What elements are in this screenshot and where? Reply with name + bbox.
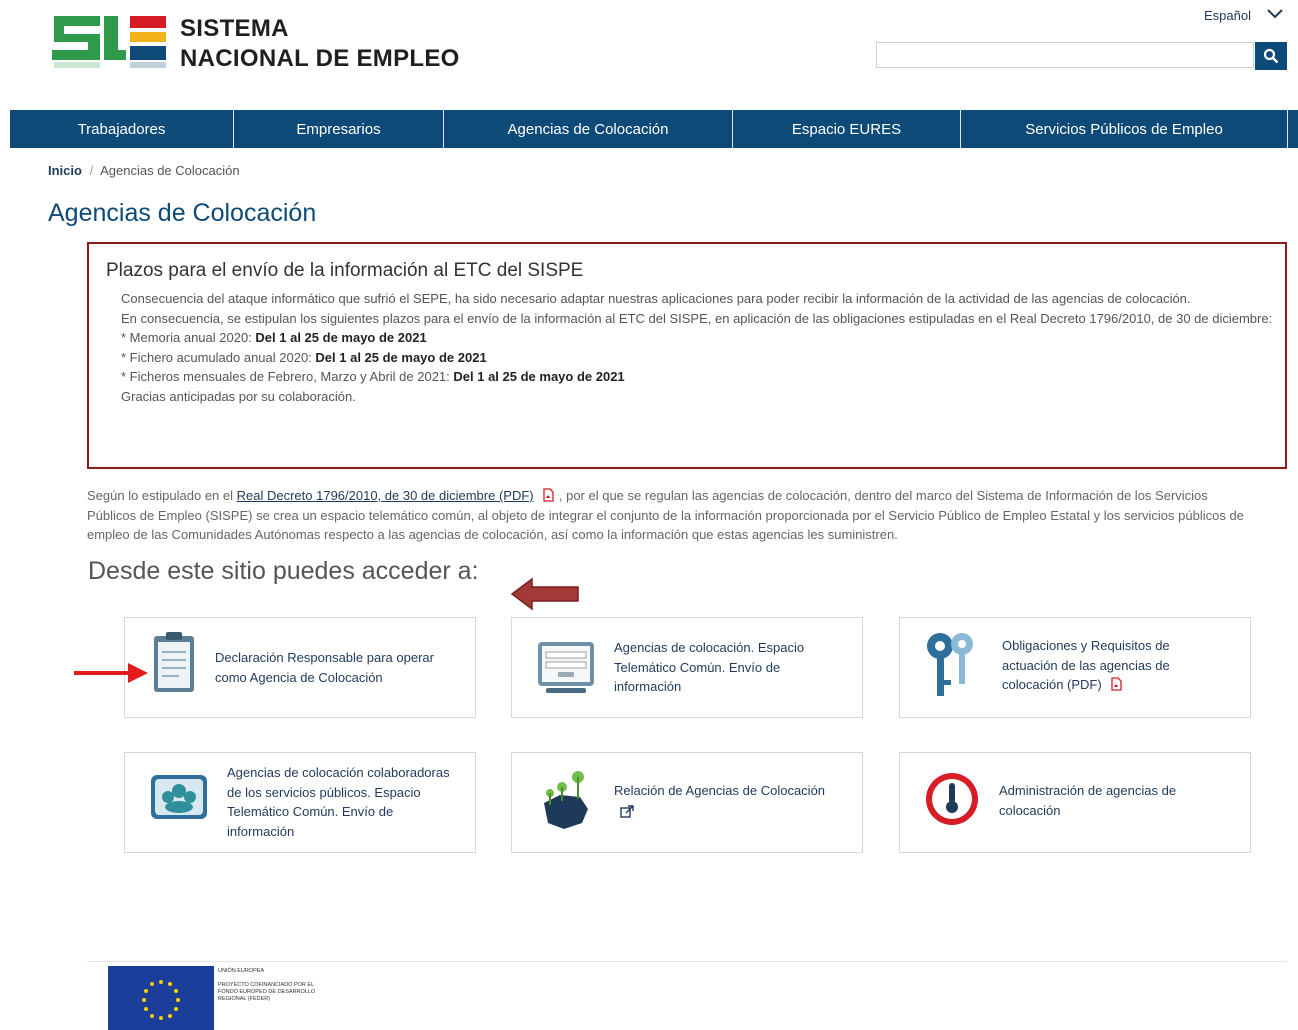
sne-logo-icon: [52, 16, 166, 68]
notice-title: Plazos para el envío de la información a…: [106, 260, 584, 281]
card-espacio-telematico[interactable]: Agencias de colocación. Espacio Telemáti…: [511, 617, 863, 718]
access-heading: Desde este sitio puedes acceder a:: [88, 557, 479, 585]
card-label: Relación de Agencias de Colocación: [614, 783, 826, 798]
external-link-icon: [620, 805, 634, 818]
logo-line2: NACIONAL DE EMPLEO: [180, 45, 460, 72]
pdf-icon: [1111, 677, 1122, 691]
search-button[interactable]: [1255, 42, 1287, 70]
real-decreto-link[interactable]: Real Decreto 1796/2010, de 30 de diciemb…: [237, 488, 534, 503]
logo-line1: SISTEMA: [180, 15, 289, 42]
card-declaracion-responsable[interactable]: Declaración Responsable para operar como…: [124, 617, 476, 718]
login-screen-icon: [538, 642, 594, 693]
eu-text: UNIÓN EUROPEA PROYECTO COFINANCIADO POR …: [218, 968, 316, 1002]
notice-item: * Ficheros mensuales de Febrero, Marzo y…: [121, 369, 625, 384]
people-group-icon: [151, 775, 207, 819]
language-selector[interactable]: Español: [1204, 8, 1251, 23]
intro-text: Según lo estipulado en el Real Decreto 1…: [87, 488, 1244, 542]
search-input[interactable]: [876, 42, 1254, 68]
nav-trabajadores[interactable]: Trabajadores: [10, 110, 234, 148]
eu-flag-icon: [108, 966, 214, 1030]
arrow-left-icon: [510, 577, 579, 611]
eu-feder-logo: UNIÓN EUROPEA PROYECTO COFINANCIADO POR …: [108, 966, 322, 1030]
pdf-icon: [543, 488, 554, 502]
breadcrumb-separator: /: [89, 163, 94, 178]
keys-icon: [927, 633, 973, 696]
nav-empresarios[interactable]: Empresarios: [234, 110, 444, 148]
notice-item: * Fichero acumulado anual 2020: Del 1 al…: [121, 349, 487, 365]
notice-thanks: Gracias anticipadas por su colaboración.: [121, 388, 356, 404]
page-title: Agencias de Colocación: [48, 199, 317, 227]
notice-paragraph: Consecuencia del ataque informático que …: [121, 291, 1191, 306]
nav-agencias[interactable]: Agencias de Colocación: [444, 110, 733, 148]
right-arrow-annotation: [74, 660, 150, 691]
nav-eures[interactable]: Espacio EURES: [733, 110, 961, 148]
spain-map-icon: [544, 771, 588, 829]
card-obligaciones-requisitos[interactable]: Obligaciones y Requisitos de actuación d…: [899, 617, 1251, 718]
arrow-right-icon: [74, 663, 148, 683]
card-administracion-agencias[interactable]: Administración de agencias de colocación: [899, 752, 1251, 853]
logo-text: SISTEMA NACIONAL DE EMPLEO: [180, 14, 460, 74]
nav-servicios-publicos[interactable]: Servicios Públicos de Empleo: [961, 110, 1288, 148]
card-label: Administración de agencias de colocación: [999, 783, 1177, 818]
card-label: Declaración Responsable para operar como…: [215, 650, 434, 685]
notice-item: * Memoria anual 2020: Del 1 al 25 de may…: [121, 330, 427, 345]
breadcrumb-current: Agencias de Colocación: [100, 163, 240, 178]
card-relacion-agencias[interactable]: Relación de Agencias de Colocación: [511, 752, 863, 853]
card-label: Agencias de colocación. Espacio Telemáti…: [614, 640, 805, 694]
card-label: Obligaciones y Requisitos de actuación d…: [1002, 638, 1170, 692]
card-agencias-colaboradoras[interactable]: Agencias de colocación colaboradoras de …: [124, 752, 476, 853]
notice-body: Consecuencia del ataque informático que …: [121, 289, 1276, 406]
breadcrumb: Inicio / Agencias de Colocación: [48, 163, 240, 178]
chevron-down-icon[interactable]: [1266, 6, 1284, 25]
thermometer-icon: [926, 773, 978, 825]
breadcrumb-home[interactable]: Inicio: [48, 163, 82, 178]
clipboard-icon: [154, 632, 194, 692]
left-arrow-annotation: [510, 576, 582, 617]
main-nav: Trabajadores Empresarios Agencias de Col…: [10, 110, 1298, 148]
footer-divider: [87, 961, 1287, 962]
notice-paragraph: En consecuencia, se estipulan los siguie…: [121, 310, 1273, 326]
card-label: Agencias de colocación colaboradoras de …: [227, 765, 450, 839]
search-icon: [1263, 48, 1279, 64]
